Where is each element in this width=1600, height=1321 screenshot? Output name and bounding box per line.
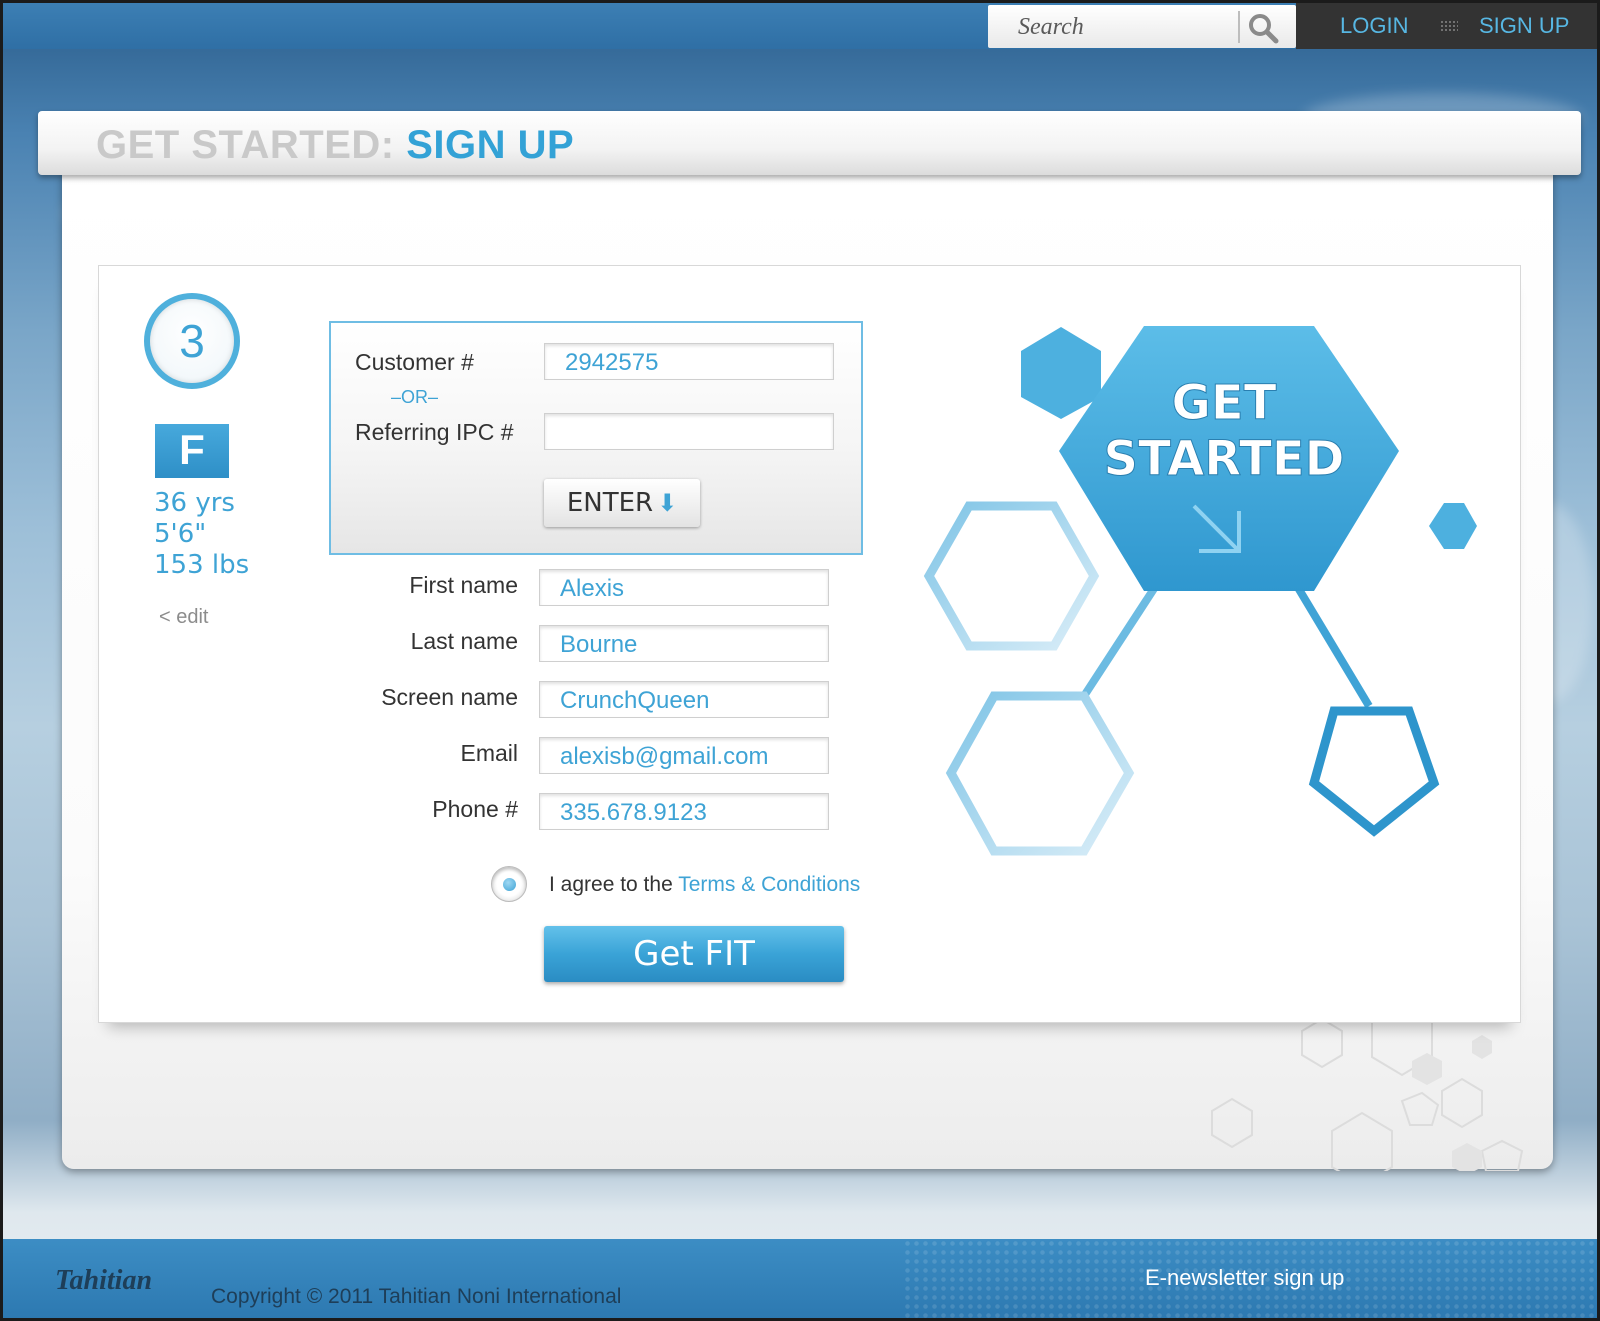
edit-profile-link[interactable]: < edit (159, 606, 208, 629)
auth-bar: LOGIN SIGN UP (1296, 3, 1597, 49)
connector-line (1290, 578, 1373, 709)
footer: Tahitian Copyright © 2011 Tahitian Noni … (3, 1239, 1597, 1318)
background-hex-pattern (1211, 1001, 1524, 1171)
terms-conditions-link[interactable]: Terms & Conditions (678, 873, 860, 896)
tahitian-logo[interactable]: Tahitian (55, 1265, 152, 1297)
last-name-field[interactable]: Bourne (539, 625, 829, 662)
signup-card: 3 F 36 yrs 5'6" 153 lbs < edit Customer … (98, 265, 1521, 1023)
get-fit-button[interactable]: Get FIT (544, 926, 844, 982)
app-frame: Search LOGIN SIGN UP GET STARTED: SIGN U… (3, 3, 1597, 1318)
connector-line (1080, 578, 1163, 699)
or-divider: –OR– (391, 387, 439, 407)
hero-line1: GET (1172, 375, 1277, 431)
referring-ipc-field[interactable] (544, 413, 834, 450)
get-started-hexagon-graphic[interactable]: GET STARTED (919, 311, 1499, 891)
search-divider (1238, 11, 1240, 43)
phone-field[interactable]: 335.678.9123 (539, 793, 829, 830)
agree-terms-label: I agree to the (549, 873, 673, 896)
customer-number-label: Customer # (355, 349, 474, 375)
search-input[interactable]: Search (1018, 14, 1084, 41)
search-box[interactable]: Search (988, 5, 1296, 48)
email-field[interactable]: alexisb@gmail.com (539, 737, 829, 774)
outline-hexagon (945, 691, 1135, 856)
newsletter-signup-link[interactable]: E-newsletter sign up (1145, 1265, 1344, 1291)
screen-name-label: Screen name (381, 684, 518, 710)
outline-pentagon (1308, 706, 1440, 837)
email-label: Email (460, 740, 518, 766)
small-hexagon (1429, 503, 1477, 549)
customer-box: Customer # 2942575 –OR– Referring IPC # … (329, 321, 863, 555)
phone-label: Phone # (432, 796, 518, 822)
search-icon[interactable] (1246, 11, 1280, 45)
screen-name-field[interactable]: CrunchQueen (539, 681, 829, 718)
outline-hexagon (923, 501, 1100, 651)
arrow-down-icon: ⬇ (657, 489, 678, 517)
gender-badge: F (155, 424, 229, 478)
step-indicator: 3 (144, 293, 240, 389)
customer-number-field[interactable]: 2942575 (544, 343, 834, 380)
login-link[interactable]: LOGIN (1340, 13, 1408, 39)
enter-button-label: ENTER (566, 488, 654, 518)
top-bar: Search LOGIN SIGN UP (3, 3, 1597, 49)
page-title: GET STARTED: SIGN UP (96, 123, 574, 168)
first-name-label: First name (409, 572, 518, 598)
age-stat: 36 yrs (154, 488, 235, 518)
agree-terms-radio[interactable] (491, 866, 527, 902)
copyright-text: Copyright © 2011 Tahitian Noni Internati… (211, 1285, 622, 1308)
page-title-main: SIGN UP (406, 123, 575, 167)
small-hexagon (1021, 327, 1101, 419)
enter-button[interactable]: ENTER ⬇ (544, 479, 700, 527)
page-header: GET STARTED: SIGN UP (38, 111, 1581, 175)
signup-link[interactable]: SIGN UP (1479, 13, 1569, 39)
hero-line2: STARTED (1104, 431, 1345, 487)
height-stat: 5'6" (154, 519, 207, 549)
referring-ipc-label: Referring IPC # (355, 419, 514, 445)
agree-terms-text: I agree to the Terms & Conditions (549, 873, 860, 897)
first-name-field[interactable]: Alexis (539, 569, 829, 606)
page-title-prefix: GET STARTED: (96, 123, 395, 167)
last-name-label: Last name (410, 628, 518, 654)
weight-stat: 153 lbs (154, 550, 250, 580)
auth-separator (1440, 20, 1458, 32)
